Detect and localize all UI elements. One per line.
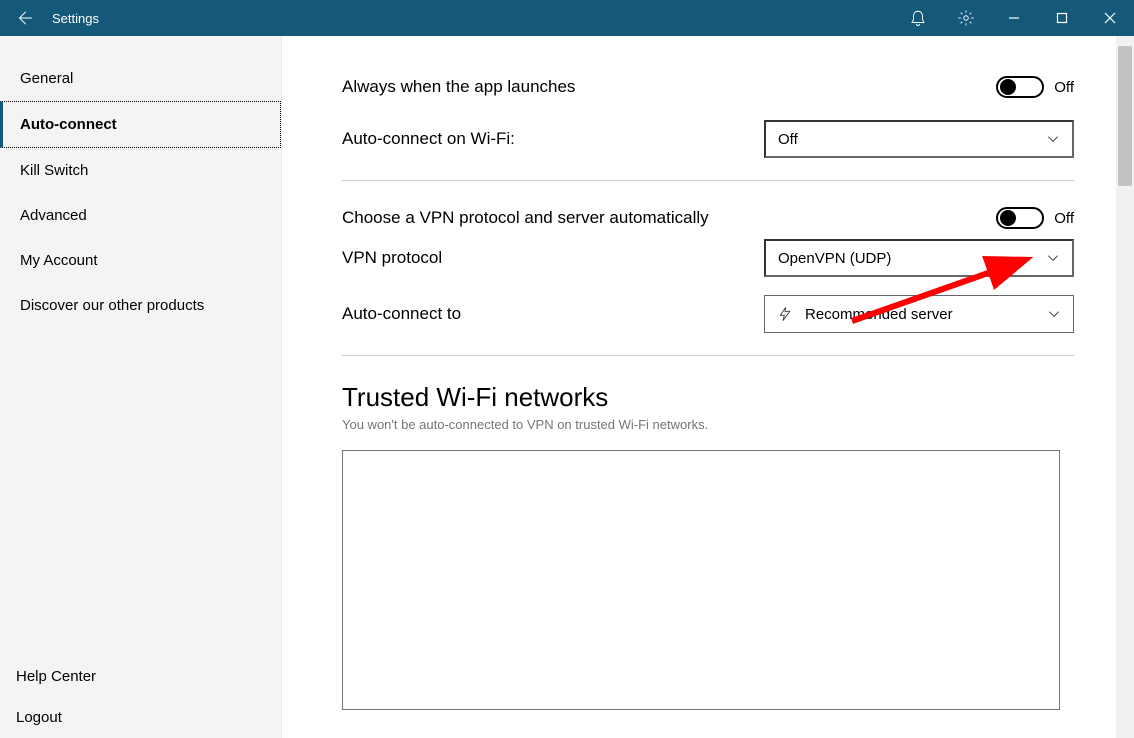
scrollbar-thumb[interactable]	[1118, 46, 1132, 186]
trusted-subtitle: You won't be auto-connected to VPN on tr…	[342, 417, 1074, 432]
sidebar: General Auto-connect Kill Switch Advance…	[0, 36, 282, 738]
chevron-down-icon	[1046, 251, 1060, 265]
always-launch-toggle[interactable]	[996, 76, 1044, 98]
sidebar-logout[interactable]: Logout	[0, 697, 281, 738]
maximize-icon	[1056, 12, 1068, 24]
protocol-label: VPN protocol	[342, 248, 442, 268]
minimize-button[interactable]	[990, 0, 1038, 36]
sidebar-item-general[interactable]: General	[0, 56, 281, 101]
wifi-label: Auto-connect on Wi-Fi:	[342, 129, 515, 149]
sidebar-item-discover[interactable]: Discover our other products	[0, 283, 281, 328]
notifications-button[interactable]	[894, 0, 942, 36]
divider	[342, 180, 1074, 181]
arrow-left-icon	[15, 9, 33, 27]
sidebar-item-kill-switch[interactable]: Kill Switch	[0, 148, 281, 193]
chevron-down-icon	[1046, 132, 1060, 146]
sidebar-item-advanced[interactable]: Advanced	[0, 193, 281, 238]
wifi-dropdown[interactable]: Off	[764, 120, 1074, 158]
wifi-dropdown-value: Off	[778, 131, 798, 148]
scrollbar-track[interactable]	[1116, 36, 1134, 738]
chevron-down-icon	[1047, 307, 1061, 321]
back-button[interactable]	[0, 0, 48, 36]
main-panel: Always when the app launches Off Auto-co…	[282, 36, 1134, 738]
protocol-dropdown[interactable]: OpenVPN (UDP)	[764, 239, 1074, 277]
minimize-icon	[1008, 12, 1020, 24]
trusted-networks-box[interactable]	[342, 450, 1060, 710]
sidebar-item-auto-connect[interactable]: Auto-connect	[0, 101, 281, 148]
sidebar-item-my-account[interactable]: My Account	[0, 238, 281, 283]
auto-protocol-label: Choose a VPN protocol and server automat…	[342, 208, 709, 228]
divider	[342, 355, 1074, 356]
connect-to-dropdown[interactable]: Recommended server	[764, 295, 1074, 333]
always-launch-state: Off	[1054, 79, 1074, 96]
close-icon	[1104, 12, 1116, 24]
sidebar-help-center[interactable]: Help Center	[0, 656, 281, 697]
bell-icon	[909, 9, 927, 27]
window-title: Settings	[48, 11, 99, 26]
auto-protocol-toggle[interactable]	[996, 207, 1044, 229]
connect-to-dropdown-value: Recommended server	[805, 306, 953, 323]
maximize-button[interactable]	[1038, 0, 1086, 36]
titlebar: Settings	[0, 0, 1134, 36]
always-launch-label: Always when the app launches	[342, 77, 575, 97]
protocol-dropdown-value: OpenVPN (UDP)	[778, 250, 891, 267]
trusted-title: Trusted Wi-Fi networks	[342, 382, 1074, 413]
auto-protocol-state: Off	[1054, 210, 1074, 227]
gear-icon	[957, 9, 975, 27]
settings-button[interactable]	[942, 0, 990, 36]
close-button[interactable]	[1086, 0, 1134, 36]
lightning-icon	[777, 306, 793, 322]
connect-to-label: Auto-connect to	[342, 304, 461, 324]
